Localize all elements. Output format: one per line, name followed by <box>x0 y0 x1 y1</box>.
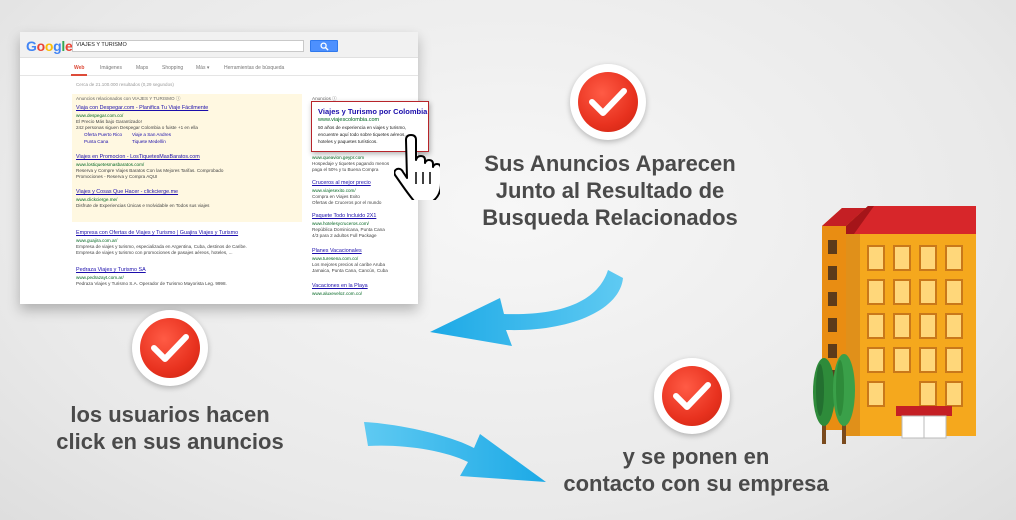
checkmark-badge <box>654 358 730 434</box>
side-ad-title[interactable]: Cruceros al mejor precio <box>312 180 371 186</box>
ad-sitelink[interactable]: Tiquete Medellín <box>132 139 166 145</box>
side-ad-text: Compra en Viajes Exito <box>312 194 360 199</box>
result-title[interactable]: Pedraza Viajes y Turismo SA <box>76 267 146 273</box>
caption-line: Sus Anuncios Aparecen <box>484 151 736 176</box>
featured-ad-text: encuentre aquí todo sobre tiquetes aéreo… <box>318 132 406 137</box>
ad-text: Disfrute de Experiencias Únicas e Inolvi… <box>76 203 210 208</box>
side-ad-text: Hospedaje y tiquetes pagando menos <box>312 161 390 166</box>
side-ad-text: República Dominicana, Punta Cana <box>312 227 385 232</box>
caption-line: click en sus anuncios <box>56 429 284 454</box>
side-ad-title[interactable]: Paquete Todo Incluido 2X1 <box>312 213 376 219</box>
logo-letter: o <box>44 38 54 54</box>
checkmark-icon <box>151 334 189 362</box>
caption-ads-appear: Sus Anuncios Aparecen Junto al Resultado… <box>470 150 750 231</box>
tab-more[interactable]: Más ▾ <box>196 65 209 71</box>
caption-line: contacto con su empresa <box>563 471 829 496</box>
caption-contact: y se ponen en contacto con su empresa <box>548 443 844 497</box>
ad-sitelink[interactable]: Oferta Puerto Rico <box>84 132 122 138</box>
search-button[interactable] <box>310 40 338 52</box>
ad-title[interactable]: Viaja con Despegar.com - Planifica Tu Vi… <box>76 105 208 111</box>
result-url: www.guajira.com.ar/ <box>76 238 118 243</box>
logo-letter: G <box>26 38 37 54</box>
ads-header: Anuncios relacionados con VIAJES Y TURIS… <box>76 96 181 101</box>
ad-sitelink[interactable]: Viaje a San Andres <box>132 132 171 138</box>
caption-line: Busqueda Relacionados <box>482 205 738 230</box>
side-ad-text: 4/3 para 2 adultos Full Package <box>312 233 377 238</box>
tab-web[interactable]: Web <box>74 65 84 71</box>
side-ad-url: www.turesena.com.co/ <box>312 256 359 261</box>
ad-text: El Precio Más bajo Garantizado! <box>76 119 142 124</box>
search-input[interactable]: VIAJES Y TURISMO <box>72 40 304 52</box>
tree-icon <box>813 354 855 444</box>
logo-letter: o <box>36 38 46 54</box>
side-ad-url: www.hotelesycruceros.com/ <box>312 221 369 226</box>
side-ad-url: www.aluxeveloz.com.co/ <box>312 291 363 296</box>
result-title[interactable]: Empresa con Ofertas de Viajes y Turismo … <box>76 230 238 236</box>
featured-ad-url: www.viajescolombia.com <box>318 117 380 123</box>
featured-ad-text: 50 años de experiencia en viajes y turis… <box>318 125 407 130</box>
ad-title[interactable]: Viajes y Cosas Que Hacer - clickcierge.m… <box>76 189 178 195</box>
search-icon <box>320 42 329 51</box>
curved-arrow-icon <box>364 422 546 482</box>
hand-pointer-icon <box>394 134 440 200</box>
tab-images[interactable]: Imágenes <box>100 65 122 71</box>
result-text: Pedraza Viajes y Turismo S.A. Operador d… <box>76 281 227 286</box>
checkmark-icon <box>589 88 627 116</box>
caption-line: y se ponen en <box>622 444 770 469</box>
curved-arrow-icon <box>430 270 623 346</box>
caption-line: los usuarios hacen <box>70 402 270 427</box>
active-tab-indicator <box>71 74 87 76</box>
checkmark-badge <box>570 64 646 140</box>
ad-url: www.clickcierge.me/ <box>76 197 118 202</box>
side-ad-title[interactable]: Vacaciones en la Playa <box>312 283 368 289</box>
google-logo: Google <box>26 38 73 54</box>
ad-title[interactable]: Viajes en Promocion - LosTiquetesMasBara… <box>76 154 200 160</box>
tab-search-tools[interactable]: Herramientas de búsqueda <box>224 65 284 71</box>
side-ad-url: www.viajesexito.com/ <box>312 188 356 193</box>
side-ad-text: Ofertas de Cruceros por el mundo <box>312 200 382 205</box>
search-results-screenshot: Google VIAJES Y TURISMO Web Imágenes Map… <box>20 32 418 304</box>
side-ad-title[interactable]: Planes Vacacionales <box>312 248 362 254</box>
result-url: www.pedrazayt.com.ar/ <box>76 275 124 280</box>
ad-sitelink[interactable]: Punta Cana <box>84 139 108 145</box>
side-ad-text: Los mejores precios al caribe Aruba <box>312 262 386 267</box>
ad-text: Reserva y Compre Viajes Baratos Con las … <box>76 168 224 173</box>
ad-url: www.despegar.com.co/ <box>76 113 124 118</box>
featured-ad-title[interactable]: Viajes y Turismo por Colombia <box>318 107 427 116</box>
featured-ad-text: hoteles y paquetes turísticos. <box>318 139 378 144</box>
tab-shopping[interactable]: Shopping <box>162 65 183 71</box>
checkmark-icon <box>673 382 711 410</box>
ad-text: Promociones - Reserva y Compra AQUI <box>76 174 158 179</box>
ad-url: www.lostiquetesmasbaratos.com/ <box>76 162 145 167</box>
checkmark-badge <box>132 310 208 386</box>
result-text: Empresa de viajes y turismo con promocio… <box>76 250 233 255</box>
side-ad-text: paga el 50% y tu Buena Compra <box>312 167 379 172</box>
ad-text: 242 personas siguen Despegar Colombia o … <box>76 125 198 130</box>
search-tabs: Web Imágenes Maps Shopping Más ▾ Herrami… <box>20 58 418 76</box>
results-stats: Cerca de 21.100.000 resultados (0,29 seg… <box>76 82 174 87</box>
result-text: Empresa de viajes y turismo, especializa… <box>76 244 247 249</box>
tab-maps[interactable]: Maps <box>136 65 148 71</box>
search-header: Google VIAJES Y TURISMO <box>20 32 418 58</box>
side-ad-url: www.queavion.geypr.com <box>312 155 365 160</box>
side-ad-text: Jamaica, Punta Cana, Cancún, Cuba <box>312 268 388 273</box>
caption-users-click: los usuarios hacen click en sus anuncios <box>40 401 300 455</box>
caption-line: Junto al Resultado de <box>495 178 725 203</box>
